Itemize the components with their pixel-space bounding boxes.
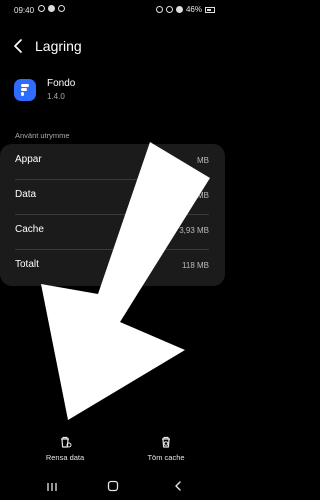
clear-data-label: Rensa data — [45, 453, 85, 462]
trash-cache-icon — [162, 436, 170, 448]
trash-data-icon — [61, 436, 72, 448]
storage-row-data: Data MB — [0, 179, 225, 214]
recents-icon[interactable] — [45, 480, 59, 494]
storage-card: Appar MB Data MB Cache 3,93 MB Totalt 11… — [0, 144, 225, 286]
notification-icon — [48, 5, 55, 12]
app-info: Fondo 1.4.0 — [14, 76, 214, 106]
storage-value: 118 MB — [182, 261, 209, 270]
signal-icon — [175, 6, 183, 13]
whatsapp-icon — [58, 5, 65, 12]
clear-data-button[interactable]: Rensa data — [25, 435, 105, 467]
status-bar: 09:40 46% — [0, 0, 225, 20]
storage-label: Data — [15, 189, 37, 200]
storage-label: Appar — [15, 154, 42, 165]
notification-icons — [38, 5, 65, 12]
section-title: Använt utrymme — [15, 131, 70, 140]
navigation-bar — [0, 476, 225, 500]
wifi-icon — [165, 6, 173, 13]
system-icons: 46% — [155, 5, 215, 14]
storage-value: MB — [197, 191, 209, 200]
battery-percent: 46% — [185, 5, 202, 14]
battery-icon — [205, 6, 215, 13]
storage-label: Totalt — [15, 259, 39, 270]
storage-row-apps: Appar MB — [0, 144, 225, 179]
storage-row-cache: Cache 3,93 MB — [0, 214, 225, 249]
messenger-icon — [38, 5, 45, 12]
header: Lagring — [0, 34, 225, 60]
back-button[interactable] — [10, 37, 28, 55]
chevron-left-icon — [14, 39, 22, 53]
app-name: Fondo — [47, 78, 76, 89]
status-time: 09:40 — [14, 6, 35, 15]
page-title: Lagring — [35, 38, 82, 54]
alarm-icon — [155, 6, 163, 13]
storage-value: MB — [197, 156, 209, 165]
home-icon[interactable] — [106, 479, 120, 493]
fondo-app-icon — [14, 79, 36, 101]
storage-label: Cache — [15, 224, 44, 235]
clear-cache-button[interactable]: Töm cache — [126, 435, 206, 467]
app-version: 1.4.0 — [47, 92, 65, 101]
storage-value: 3,93 MB — [179, 226, 209, 235]
clear-cache-label: Töm cache — [147, 453, 185, 462]
back-icon[interactable] — [171, 479, 185, 493]
storage-row-total: Totalt 118 MB — [0, 249, 225, 284]
